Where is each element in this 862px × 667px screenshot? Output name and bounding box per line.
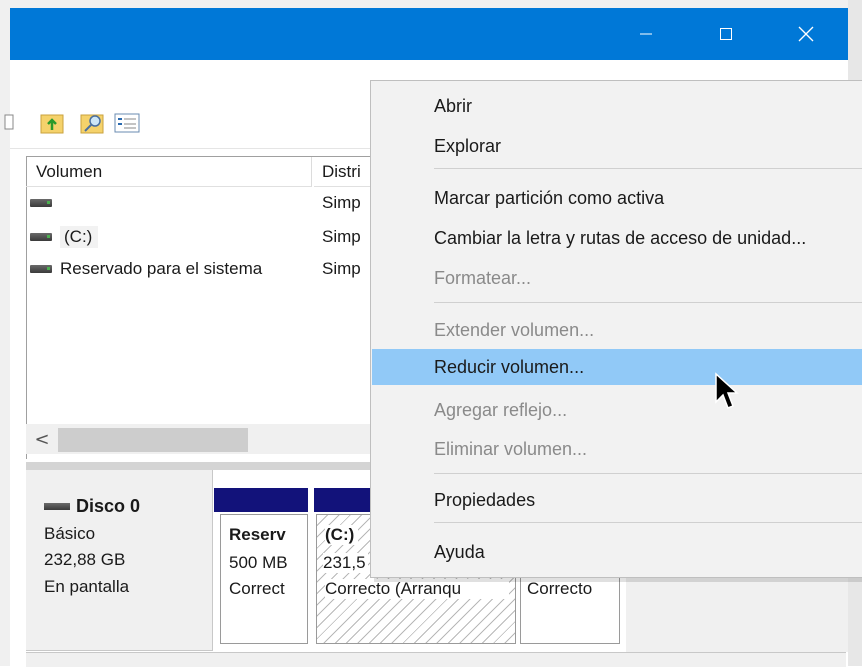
menu-separator [434,168,862,169]
menu-item-cambiar-letra[interactable]: Cambiar la letra y rutas de acceso de un… [372,220,862,256]
menu-item-agregar-reflejo[interactable]: Agregar reflejo... [372,392,862,428]
drive-icon [30,233,52,241]
list-item[interactable] [30,188,60,218]
menu-item-eliminar[interactable]: Eliminar volumen... [372,431,862,467]
partition-name: (C:) [325,525,359,545]
checklist-icon[interactable] [114,112,140,133]
scrollbar-thumb[interactable] [58,428,248,452]
disk-size: 232,88 GB [44,550,126,569]
volume-name: (C:) [60,226,99,248]
list-item[interactable]: (C:) [30,222,99,252]
column-header-distribucion[interactable]: Distri [314,157,374,187]
partition-status: Correcto [527,579,593,598]
partition-header-bar [214,488,308,512]
menu-item-formatear[interactable]: Formatear... [372,260,862,296]
disk-type: Básico [44,524,96,543]
window-top-edge [0,0,862,8]
partition-size: 500 MB [229,553,288,572]
menu-item-marcar-activa[interactable]: Marcar partición como activa [372,180,862,216]
next-disk-row [26,652,846,667]
menu-separator [434,473,862,474]
mouse-cursor-icon [714,372,740,414]
drive-icon [30,199,52,207]
properties-icon[interactable] [4,112,24,132]
volume-layout: Simp [322,193,361,212]
disk-status: En pantalla [44,577,130,596]
partition-status: Correct [229,579,285,598]
menu-separator [434,522,862,523]
menu-separator [434,302,862,303]
volume-name: Reservado para el sistema [60,259,263,278]
partition-reserved[interactable]: Reserv 500 MB Correct [220,514,308,644]
disk-title: Disco 0 [44,496,140,517]
menu-item-propiedades[interactable]: Propiedades [372,482,862,518]
drive-icon [44,503,70,510]
menu-item-abrir[interactable]: Abrir [372,88,862,124]
list-item[interactable]: Reservado para el sistema [30,254,262,284]
drive-icon [30,265,52,273]
maximize-button[interactable] [700,8,752,60]
close-button[interactable] [780,8,832,60]
menu-item-ayuda[interactable]: Ayuda [372,534,862,570]
maximize-icon [719,27,733,41]
minimize-button[interactable] [620,8,672,60]
partition-name: Reserv [229,525,286,544]
volume-layout: Simp [322,259,361,278]
minimize-icon [639,27,653,41]
disk-name: Disco 0 [76,496,141,516]
menu-item-reducir[interactable]: Reducir volumen... [372,349,862,385]
window-left-edge [0,0,10,666]
scroll-left-arrow[interactable]: < [32,428,52,450]
menu-item-extender[interactable]: Extender volumen... [372,312,862,348]
menu-item-explorar[interactable]: Explorar [372,128,862,164]
partition-status: Correcto (Arranqu [325,579,509,599]
search-folder-icon[interactable] [80,112,104,134]
volume-layout: Simp [322,227,361,246]
close-icon [798,26,814,42]
upload-folder-icon[interactable] [40,112,64,134]
partition-size: 231,5 [323,553,368,573]
column-header-volumen[interactable]: Volumen [26,157,312,187]
